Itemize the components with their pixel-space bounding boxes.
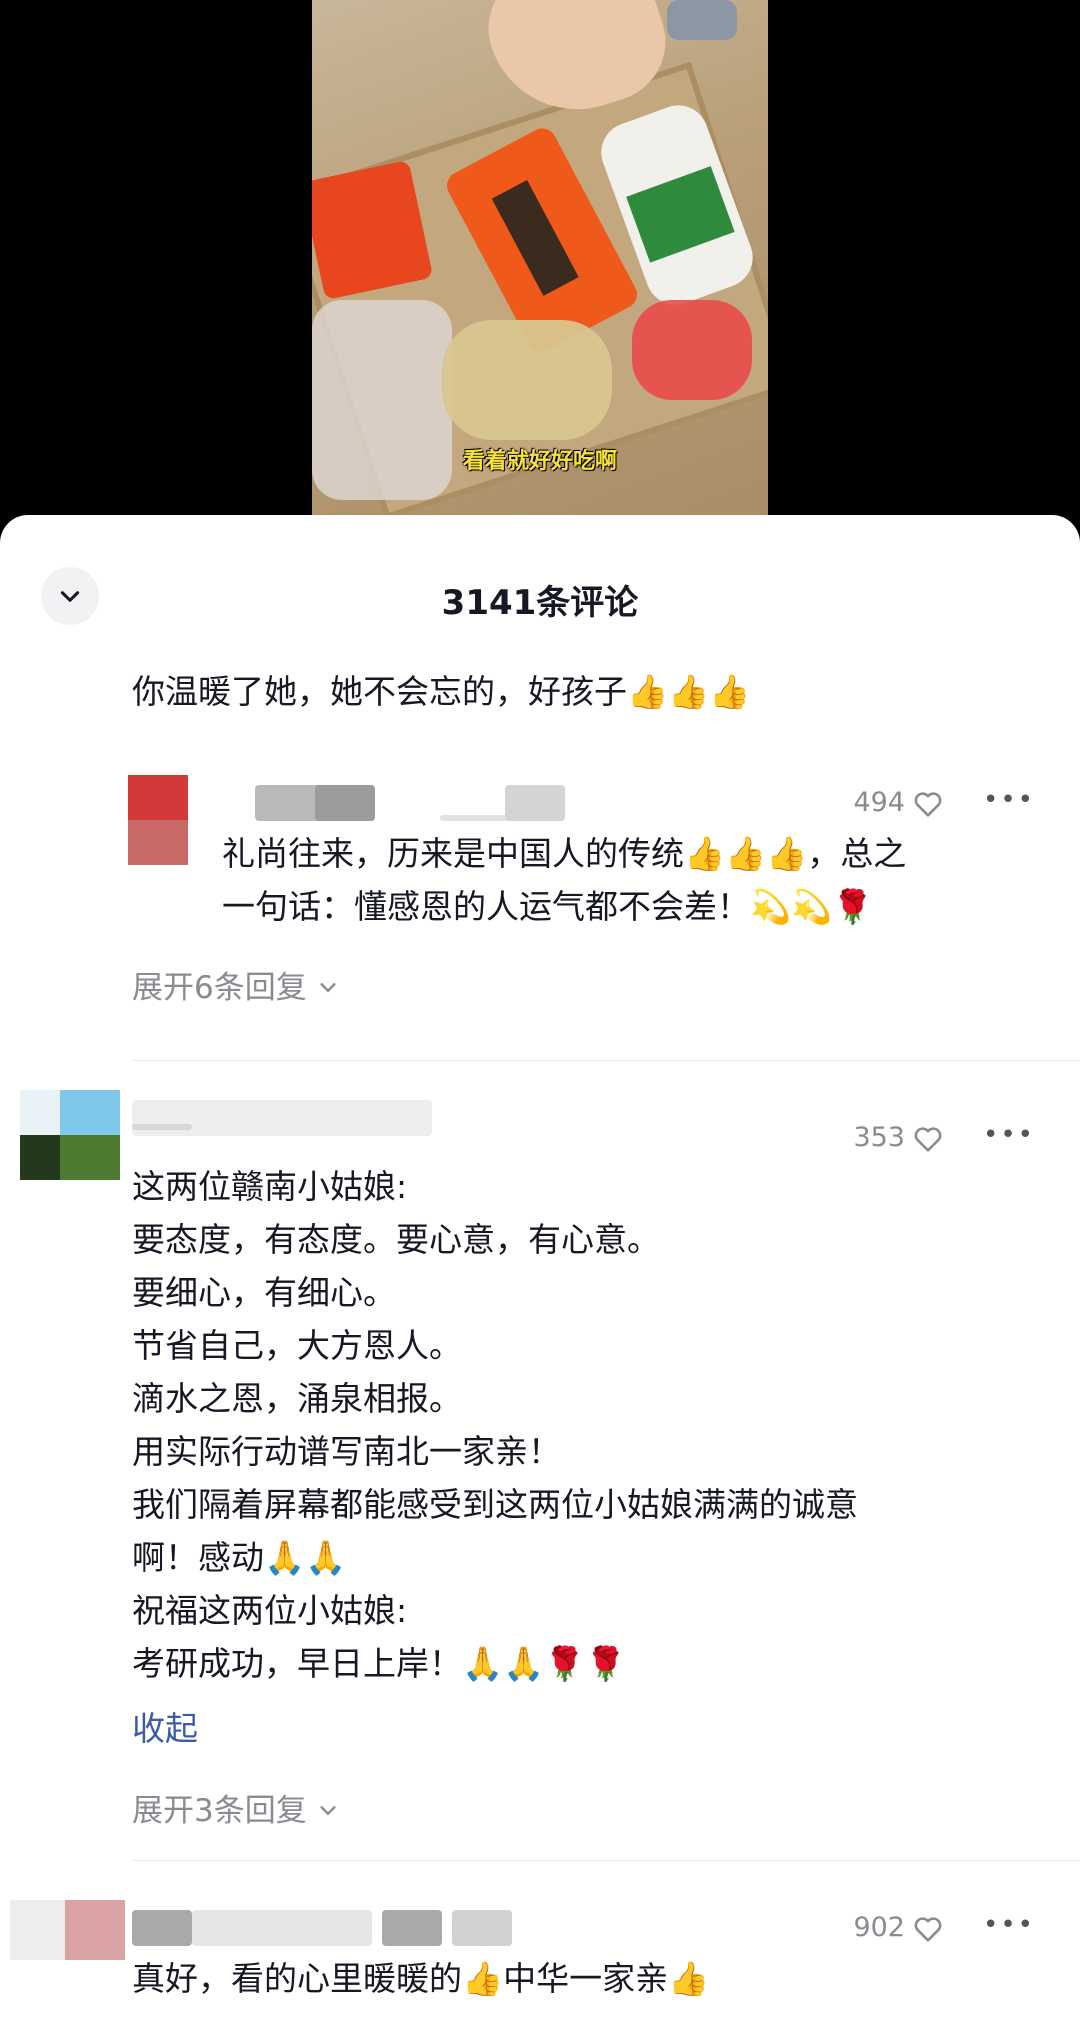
more-dots-icon[interactable]: ••• [983, 1120, 1035, 1150]
comment-count-title: 3141条评论 [441, 583, 639, 623]
username-blurred[interactable] [132, 1910, 592, 1946]
heart-outline-icon[interactable] [911, 787, 945, 821]
expand-replies-label: 展开6条回复 [132, 970, 307, 1006]
watch [667, 0, 737, 40]
username-blurred[interactable] [255, 785, 595, 821]
comment-sheet: 3141条评论 你温暖了她，她不会忘的，好孩子👍👍👍 494 ••• 礼尚往来，… [0, 515, 1080, 2029]
comment-text: 你温暖了她，她不会忘的，好孩子👍👍👍 [132, 672, 751, 711]
expand-replies-label: 展开3条回复 [132, 1793, 307, 1829]
like-count: 902 [853, 1912, 905, 1943]
red-bag [632, 300, 752, 400]
comment-text: 这两位赣南小姑娘: 要态度，有态度。要心意，有心意。 要细心，有细心。 节省自己… [132, 1167, 858, 1683]
like-count: 494 [853, 787, 905, 818]
avatar[interactable] [20, 1090, 120, 1180]
more-dots-icon[interactable]: ••• [983, 785, 1035, 815]
expand-replies-button[interactable]: 展开3条回复 [132, 1785, 339, 1830]
chevron-down-icon [317, 1793, 339, 1829]
divider [132, 1860, 1080, 1861]
bottle-label [626, 166, 735, 263]
divider [132, 1060, 1080, 1061]
video-caption: 看着就好好吃啊 [462, 449, 617, 474]
comment-text: 礼尚往来，历来是中国人的传统👍👍👍，总之 一句话：懂感恩的人运气都不会差！💫💫🌹 [222, 834, 907, 926]
video-player[interactable]: 看着就好好吃啊 [0, 0, 1080, 540]
heart-outline-icon[interactable] [911, 1912, 945, 1946]
more-dots-icon[interactable]: ••• [983, 1910, 1035, 1940]
heart-outline-icon[interactable] [911, 1122, 945, 1156]
username-blurred[interactable] [132, 1100, 452, 1136]
comment-header: 3141条评论 [0, 515, 1080, 640]
collapse-text-button[interactable]: 收起 [132, 1702, 198, 1750]
package-label [491, 179, 579, 296]
comment-text: 真好，看的心里暖暖的👍中华一家亲👍 [132, 1959, 710, 1998]
like-count: 353 [853, 1122, 905, 1153]
snack-bag [442, 320, 612, 440]
expand-replies-button[interactable]: 展开6条回复 [132, 962, 339, 1007]
chevron-down-icon [317, 970, 339, 1006]
avatar[interactable] [10, 1900, 125, 1990]
avatar[interactable] [128, 775, 188, 865]
